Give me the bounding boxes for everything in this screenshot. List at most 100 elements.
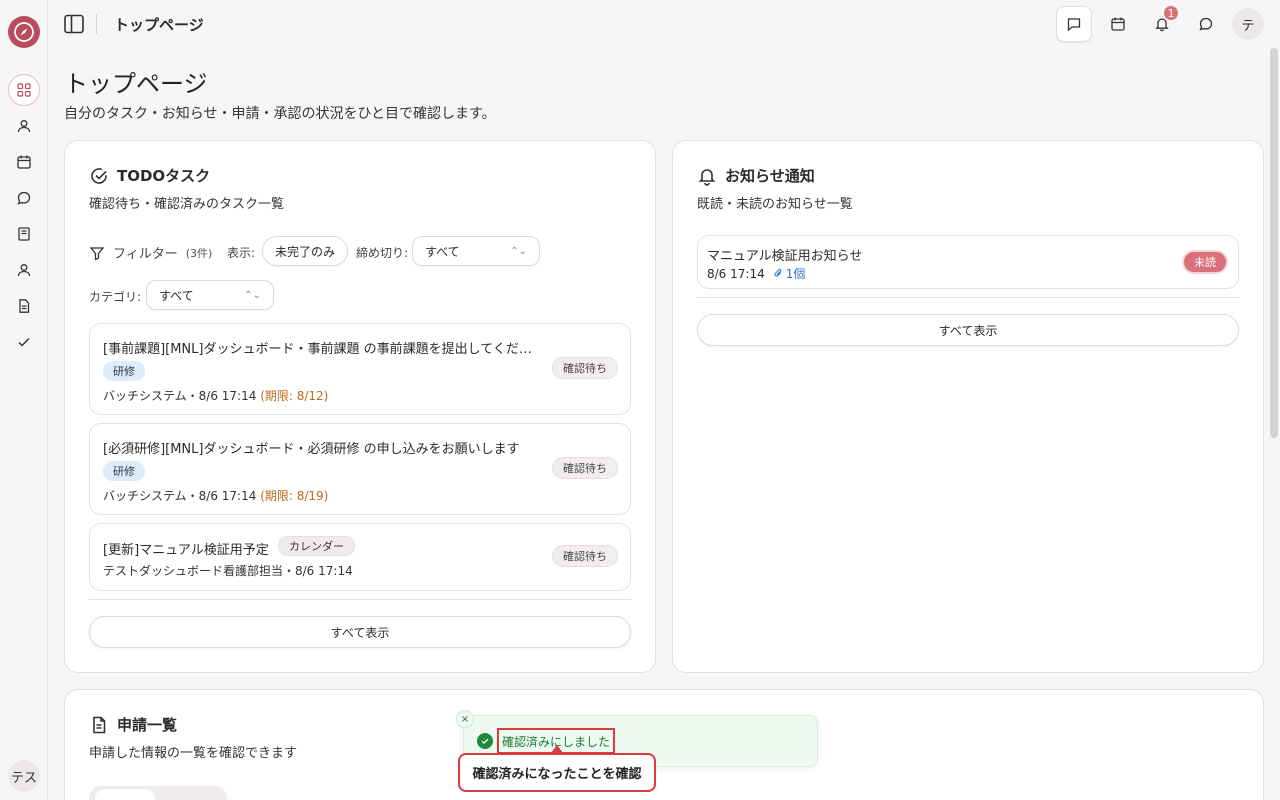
messages-button[interactable]	[1056, 6, 1092, 42]
task-title: [必須研修][MNL]ダッシュボード・必須研修 の申し込みをお願いします	[103, 442, 520, 457]
notices-card-title: お知らせ通知	[697, 165, 815, 186]
applications-tabs	[89, 786, 227, 800]
divider	[697, 297, 1239, 298]
notification-count-badge: 1	[1162, 4, 1180, 22]
sidebar-user-avatar[interactable]: テス	[8, 760, 40, 792]
task-status-badge: 確認待ち	[552, 457, 618, 479]
top-bar: トップページ 1 テ	[48, 0, 1280, 48]
display-filter-button[interactable]: 未完了のみ	[262, 236, 349, 266]
check-icon	[18, 338, 30, 347]
task-item[interactable]: [事前課題][MNL]ダッシュボード・事前課題 の事前課題を提出してくだ… 研修…	[89, 323, 631, 415]
sidebar-item-chat[interactable]	[12, 186, 36, 210]
chevron-updown-icon: ⌃⌄	[510, 245, 527, 257]
chevron-updown-icon: ⌃⌄	[244, 289, 261, 301]
todo-title-text: TODOタスク	[117, 167, 211, 185]
success-check-icon	[477, 733, 493, 749]
task-item[interactable]: [更新]マニュアル検証用予定 カレンダー 確認待ち テストダッシュボード看護部担…	[89, 523, 631, 591]
applications-card-title: 申請一覧	[89, 714, 177, 735]
filter-icon	[89, 246, 105, 261]
sidebar-item-staff[interactable]	[12, 258, 36, 282]
divider	[96, 14, 97, 34]
divider	[89, 599, 631, 600]
tab-active[interactable]	[95, 789, 155, 800]
callout-pointer	[551, 745, 563, 753]
notices-card: お知らせ通知 既読・未読のお知らせ一覧 マニュアル検証用お知らせ 8/6 17:…	[672, 140, 1264, 673]
task-due: (期限: 8/12)	[260, 389, 329, 403]
page-subtitle: 自分のタスク・お知らせ・申請・承認の状況をひと目で確認します。	[64, 106, 496, 122]
user-avatar[interactable]: テ	[1232, 8, 1264, 40]
notice-date: 8/6 17:14	[707, 266, 765, 281]
filter-label: フィルター	[113, 247, 178, 262]
chat-icon	[17, 191, 31, 205]
compass-icon	[14, 22, 34, 42]
sidebar-toggle-button[interactable]	[62, 12, 86, 36]
calendar-icon	[17, 155, 31, 169]
sidebar-item-approvals[interactable]	[12, 330, 36, 354]
notice-meta: 8/6 17:14 1個	[707, 265, 805, 282]
sidebar-item-book[interactable]	[12, 222, 36, 246]
grid-icon	[17, 83, 31, 97]
deadline-label: 締め切り:	[356, 246, 409, 260]
task-meta: バッチシステム・8/6 17:14 (期限: 8/19)	[103, 487, 328, 504]
task-source: バッチシステム・8/6 17:14	[103, 389, 257, 403]
sidebar-item-documents[interactable]	[12, 294, 36, 318]
app-logo[interactable]	[8, 16, 40, 48]
message-square-icon	[1067, 18, 1081, 32]
chat-button[interactable]	[1188, 6, 1224, 42]
breadcrumb-title: トップページ	[114, 16, 204, 34]
task-source: バッチシステム・8/6 17:14	[103, 489, 257, 503]
applications-title-text: 申請一覧	[117, 716, 178, 734]
deadline-select-value: すべて	[425, 244, 460, 259]
notices-card-description: 既読・未読のお知らせ一覧	[697, 197, 853, 212]
scrollbar[interactable]	[1270, 48, 1278, 438]
category-label: カテゴリ:	[89, 290, 142, 304]
filter-count: (3件)	[185, 246, 213, 260]
task-due: (期限: 8/19)	[260, 489, 329, 503]
user-icon	[17, 120, 31, 133]
task-status-badge: 確認待ち	[552, 545, 618, 567]
todo-card: TODOタスク 確認待ち・確認済みのタスク一覧 フィルター (3件) 表示: 未…	[64, 140, 656, 673]
notifications-button[interactable]: 1	[1144, 4, 1180, 42]
page-title: トップページ	[64, 70, 208, 98]
todo-card-title: TODOタスク	[89, 165, 210, 186]
task-title: [更新]マニュアル検証用予定	[103, 543, 269, 558]
todo-card-description: 確認待ち・確認済みのタスク一覧	[89, 197, 285, 212]
notices-show-all-button[interactable]: すべて表示	[697, 314, 1239, 346]
task-meta: テストダッシュボード看護部担当・8/6 17:14	[103, 564, 353, 578]
sidebar-panel-icon	[64, 14, 84, 34]
toast-close-button[interactable]: ×	[456, 710, 474, 728]
deadline-select[interactable]: すべて ⌃⌄	[412, 236, 540, 266]
file-text-icon	[93, 716, 106, 733]
task-item[interactable]: [必須研修][MNL]ダッシュボード・必須研修 の申し込みをお願いします 研修 …	[89, 423, 631, 515]
category-select[interactable]: すべて ⌃⌄	[146, 280, 274, 310]
sidebar-item-dashboard[interactable]	[8, 74, 40, 106]
category-select-value: すべて	[159, 288, 194, 303]
task-title: [事前課題][MNL]ダッシュボード・事前課題 の事前課題を提出してくだ…	[103, 342, 532, 357]
sidebar: テス	[0, 0, 48, 800]
annotation-callout: 確認済みになったことを確認	[458, 753, 656, 792]
book-icon	[18, 227, 30, 241]
sidebar-item-calendar[interactable]	[12, 150, 36, 174]
task-category-tag: カレンダー	[278, 536, 355, 556]
bell-icon	[698, 168, 716, 186]
sidebar-item-user[interactable]	[12, 114, 36, 138]
todo-show-all-button[interactable]: すべて表示	[89, 616, 631, 648]
filter-header: フィルター (3件)	[89, 243, 212, 262]
calendar-button[interactable]	[1100, 6, 1136, 42]
calendar-icon	[1111, 17, 1125, 31]
task-category-tag: 研修	[103, 361, 145, 381]
document-icon	[19, 299, 30, 313]
notice-attachment-count: 1個	[785, 267, 806, 281]
user-icon	[17, 264, 31, 277]
chat-icon	[1199, 17, 1213, 31]
task-status-badge: 確認待ち	[552, 357, 618, 379]
unread-badge: 未読	[1182, 250, 1228, 274]
notice-item[interactable]: マニュアル検証用お知らせ 8/6 17:14 1個 未読	[697, 235, 1239, 289]
task-category-tag: 研修	[103, 461, 145, 481]
notices-title-text: お知らせ通知	[725, 167, 815, 185]
notice-attachments[interactable]: 1個	[773, 265, 806, 282]
display-label: 表示:	[227, 246, 256, 260]
paperclip-icon	[774, 269, 782, 277]
check-circle-icon	[91, 167, 107, 184]
applications-card-description: 申請した情報の一覧を確認できます	[89, 746, 298, 761]
